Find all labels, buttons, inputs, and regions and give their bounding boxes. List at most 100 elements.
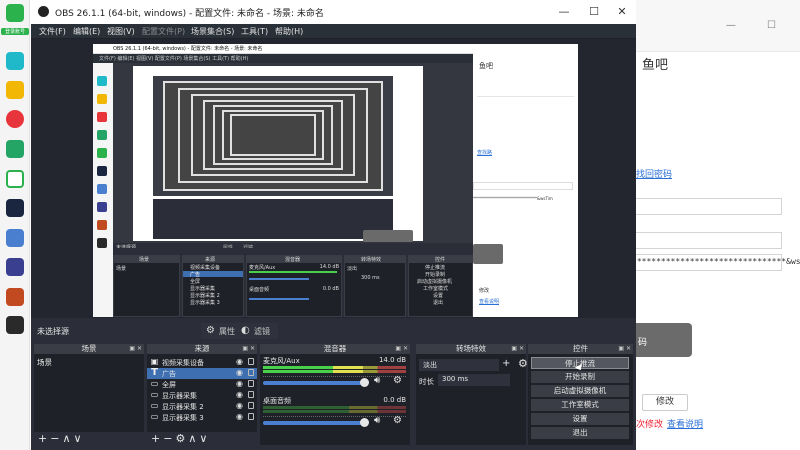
gear-icon[interactable]: ⚙ — [175, 432, 188, 445]
gear-icon[interactable]: ⚙ — [518, 357, 528, 370]
filter-icon: ◐ — [241, 325, 250, 336]
volume-slider[interactable] — [263, 378, 369, 387]
preview-area[interactable]: OBS 26.1.1 (64-bit, windows) - 配置文件: 未命名… — [31, 39, 636, 318]
lock-icon[interactable] — [248, 380, 254, 387]
game-icon[interactable] — [6, 258, 24, 276]
text-field[interactable] — [632, 198, 782, 215]
duration-input[interactable]: 300 ms — [438, 374, 510, 386]
chevron-up-icon[interactable]: ∧ — [62, 432, 73, 445]
mixer-channel-mic: 麦克风/Aux 14.0 dB 🔊︎ ⚙ — [260, 355, 410, 397]
menu-help[interactable]: 帮助(H) — [275, 26, 303, 37]
menu-view[interactable]: 视图(V) — [107, 26, 135, 37]
speaker-icon[interactable]: 🔊︎ — [374, 415, 380, 426]
visibility-icon[interactable]: ◉ — [236, 412, 243, 421]
weibo-icon[interactable] — [6, 110, 24, 128]
slider-knob[interactable] — [360, 418, 369, 427]
meter-level — [263, 366, 364, 369]
close-button[interactable]: ✕ — [612, 4, 632, 20]
camera-icon: ▣ — [150, 357, 159, 366]
exit-button[interactable]: 退出 — [531, 427, 629, 439]
lock-icon[interactable] — [248, 402, 254, 409]
menu-edit[interactable]: 编辑(E) — [73, 26, 100, 37]
game-icon[interactable] — [6, 288, 24, 306]
browser-window-buttons[interactable]: — ☐ — [726, 20, 790, 31]
meter-scale — [263, 373, 406, 377]
app-icon[interactable] — [6, 52, 24, 70]
remove-icon[interactable]: − — [163, 432, 175, 445]
game-icon[interactable] — [6, 316, 24, 334]
dock-float-icon[interactable]: ▣ ✕ — [395, 344, 408, 354]
source-item[interactable]: ▭ 显示器采集 3 ◉ — [147, 412, 257, 423]
visibility-icon[interactable]: ◉ — [236, 357, 243, 366]
dock-float-icon[interactable]: ▣ ✕ — [129, 344, 142, 354]
dock-float-icon[interactable]: ▣ ✕ — [618, 344, 631, 354]
mail-icon[interactable] — [6, 140, 24, 158]
nested-window-title: OBS 26.1.1 (64-bit, windows) - 配置文件: 未命名… — [113, 46, 263, 52]
scenes-toolbar: +−∧∨ — [34, 432, 144, 445]
menu-tools[interactable]: 工具(T) — [241, 26, 268, 37]
text-field[interactable] — [632, 232, 782, 249]
lock-icon[interactable] — [248, 413, 254, 420]
stop-streaming-button[interactable]: 停止推流 — [531, 357, 629, 373]
studio-mode-button[interactable]: 工作室模式 — [531, 399, 629, 411]
gear-icon[interactable]: ⚙ — [393, 375, 402, 386]
visibility-icon[interactable]: ◉ — [236, 368, 243, 377]
nested-transition-select: 淡出 — [347, 266, 358, 272]
lock-icon[interactable] — [248, 369, 254, 376]
cloud-icon[interactable] — [6, 170, 24, 188]
modify-button[interactable]: 修改 — [642, 394, 688, 411]
document-icon[interactable] — [6, 229, 24, 247]
start-virtual-camera-button[interactable]: 启动虚拟摄像机 — [531, 385, 629, 397]
source-item[interactable]: ▭ 全屏 ◉ — [147, 379, 257, 390]
source-item[interactable]: ▭ 显示器采集 2 ◉ — [147, 401, 257, 412]
start-recording-button[interactable]: 开始录制 — [531, 371, 629, 383]
chevron-up-icon[interactable]: ∧ — [188, 432, 199, 445]
dock-float-icon[interactable]: ▣ ✕ — [511, 344, 524, 354]
add-icon[interactable]: + — [502, 358, 510, 369]
add-icon[interactable]: + — [151, 432, 163, 445]
submit-button[interactable]: 码 — [632, 323, 692, 357]
app-icon[interactable] — [6, 4, 24, 22]
transitions-dock-header: 转场特效 ▣ ✕ — [416, 344, 526, 354]
source-item[interactable]: ▭ 显示器采集 ◉ — [147, 390, 257, 401]
visibility-icon[interactable]: ◉ — [236, 379, 243, 388]
app-icon — [97, 76, 107, 86]
settings-button[interactable]: 设置 — [531, 413, 629, 425]
maximize-button[interactable]: ☐ — [584, 4, 604, 20]
chevron-down-icon[interactable]: ∨ — [199, 432, 210, 445]
star-icon[interactable] — [6, 81, 24, 99]
find-password-link[interactable]: 找回密码 — [636, 167, 672, 180]
lock-icon[interactable] — [248, 358, 254, 365]
slider-knob[interactable] — [360, 378, 369, 387]
monitor-icon: ▭ — [150, 412, 159, 421]
menu-file[interactable]: 文件(F) — [39, 26, 66, 37]
help-link[interactable]: 查看说明 — [667, 417, 703, 430]
source-item[interactable]: ▣ 视频采集设备 ◉ — [147, 357, 257, 368]
remove-icon[interactable]: − — [50, 432, 62, 445]
nested-preview — [113, 63, 473, 243]
menu-profile[interactable]: 配置文件(P) — [142, 26, 185, 37]
mixer-channel-desktop: 桌面音频 0.0 dB 🔊︎ ⚙ — [260, 395, 410, 437]
window-title: OBS 26.1.1 (64-bit, windows) - 配置文件: 未命名… — [55, 9, 324, 19]
visibility-icon[interactable]: ◉ — [236, 401, 243, 410]
gear-icon[interactable]: ⚙ — [393, 415, 402, 426]
filters-button[interactable]: ◐ 滤镜 — [236, 323, 278, 339]
add-icon[interactable]: + — [38, 432, 50, 445]
speaker-icon[interactable]: 🔊︎ — [374, 375, 380, 386]
menu-scene-collection[interactable]: 场景集合(S) — [191, 26, 234, 37]
preview-canvas[interactable]: OBS 26.1.1 (64-bit, windows) - 配置文件: 未命名… — [93, 44, 578, 317]
source-item-selected[interactable]: T 广告 ◉ — [147, 368, 257, 379]
mixer-channels: 麦克风/Aux 14.0 dB 🔊︎ ⚙ 桌面音频 0.0 dB 🔊︎ ⚙ — [260, 355, 410, 445]
visibility-icon[interactable]: ◉ — [236, 390, 243, 399]
scene-list-item[interactable]: 场景 — [37, 357, 52, 368]
dock-float-icon[interactable]: ▣ ✕ — [242, 344, 255, 354]
chevron-down-icon[interactable]: ∨ — [74, 432, 85, 445]
volume-slider[interactable] — [263, 418, 369, 427]
app-icon[interactable] — [6, 199, 24, 217]
transition-select[interactable]: 淡出 — [419, 359, 499, 371]
title-bar: OBS 26.1.1 (64-bit, windows) - 配置文件: 未命名… — [31, 0, 636, 24]
nested-desktop-db: 0.0 dB — [322, 286, 339, 292]
game-icon — [97, 238, 107, 248]
minimize-button[interactable]: — — [554, 4, 574, 20]
lock-icon[interactable] — [248, 391, 254, 398]
